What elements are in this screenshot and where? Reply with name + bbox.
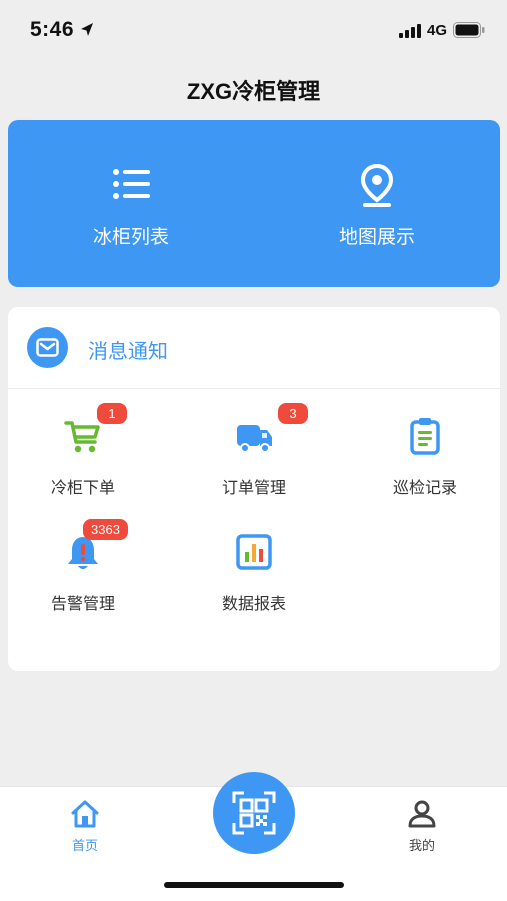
network-type: 4G	[427, 22, 448, 39]
data-report-label: 数据报表	[221, 596, 286, 613]
alarm-management-label: 告警管理	[50, 596, 115, 613]
cell-signal-icon	[399, 24, 421, 38]
freezer-list-button[interactable]: 冰柜列表	[8, 120, 254, 287]
map-view-label: 地图展示	[338, 227, 415, 248]
feature-card: 消息通知 1 冷柜下单 3 订单管理 巡检记录 3363 告警管理 数据报表	[8, 307, 500, 671]
tab-mine-label: 我的	[408, 838, 435, 853]
location-arrow-icon	[81, 23, 93, 36]
freezer-order-item[interactable]: 1 冷柜下单	[8, 403, 158, 516]
freezer-order-label: 冷柜下单	[50, 480, 115, 497]
battery-icon	[453, 22, 485, 38]
truck-icon	[237, 425, 272, 453]
freezer-list-label: 冰柜列表	[92, 227, 169, 248]
user-icon	[408, 800, 436, 828]
notice-icon-circle	[27, 327, 68, 368]
mail-icon	[36, 338, 59, 357]
map-pin-icon	[360, 164, 394, 207]
status-time: 5:46	[30, 18, 75, 41]
message-notice-label: 消息通知	[88, 341, 168, 363]
order-badge: 1	[97, 403, 127, 424]
scan-button[interactable]	[213, 772, 295, 854]
map-view-button[interactable]: 地图展示	[254, 120, 500, 287]
message-notice-row[interactable]: 消息通知	[8, 307, 500, 389]
page-title: ZXG冷柜管理	[186, 79, 321, 104]
report-chart-icon	[236, 534, 272, 570]
alarm-badge: 3363	[83, 519, 128, 540]
qr-scan-icon	[232, 791, 276, 835]
order-management-item[interactable]: 3 订单管理	[179, 403, 329, 516]
alarm-management-item[interactable]: 3363 告警管理	[8, 519, 158, 632]
order-management-label: 订单管理	[221, 480, 286, 497]
data-report-item[interactable]: 数据报表	[179, 532, 329, 632]
tab-home[interactable]: 首页	[40, 787, 130, 867]
home-indicator	[164, 882, 344, 888]
order-management-badge: 3	[278, 403, 308, 424]
quick-actions-panel: 冰柜列表 地图展示	[8, 120, 500, 287]
home-icon	[71, 800, 99, 828]
cart-icon	[64, 421, 100, 453]
clipboard-icon	[410, 418, 440, 455]
tab-mine[interactable]: 我的	[377, 787, 467, 867]
list-icon	[113, 169, 150, 199]
inspection-record-label: 巡检记录	[392, 480, 457, 497]
status-bar: 5:46 4G	[0, 0, 507, 60]
inspection-record-item[interactable]: 巡检记录	[350, 416, 500, 516]
tab-home-label: 首页	[71, 838, 98, 853]
